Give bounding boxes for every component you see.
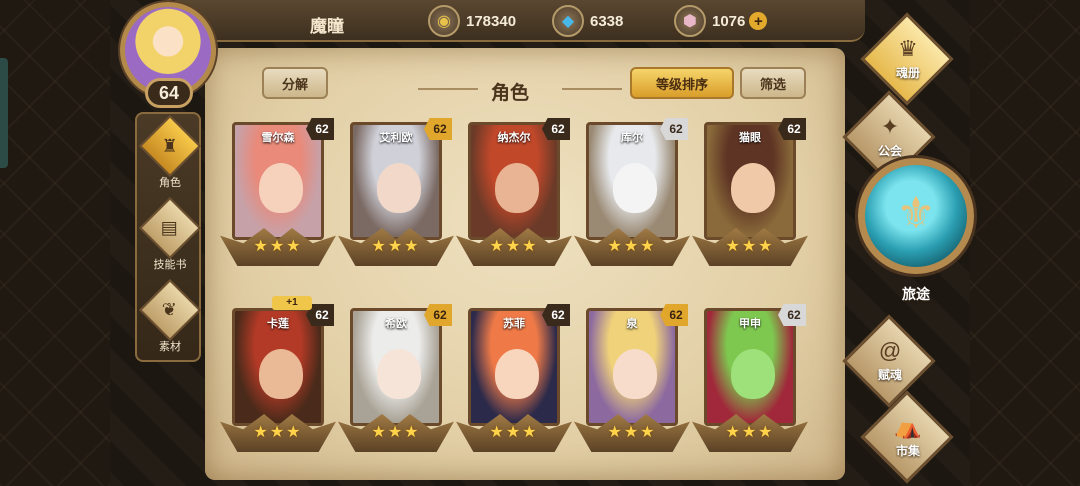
star-rating-icon: ★★★ — [607, 238, 657, 255]
hero-level-badge: 62 — [542, 304, 570, 326]
hero-face — [731, 163, 775, 213]
enchant-button[interactable]: @ 赋魂 — [842, 314, 936, 408]
market-label: 市集 — [895, 444, 920, 458]
enhance-tag: +1 — [272, 296, 312, 310]
star-rating-icon: ★★★ — [371, 424, 421, 441]
soul-book-label: 魂册 — [895, 66, 920, 80]
hero-portrait: 卡莲 — [232, 308, 324, 426]
edge-tab — [0, 58, 8, 168]
market-button[interactable]: ⛺ 市集 — [860, 390, 954, 484]
enchant-icon: @ — [878, 338, 902, 363]
left-tab-menu: ♜ 角色 ▤ 技能书 ❦ 素材 — [135, 112, 203, 362]
player-level-badge: 64 — [145, 78, 193, 108]
hero-card[interactable]: 雪尔森 62 ★★★ — [220, 118, 336, 268]
guild-label: 公会 — [877, 144, 902, 158]
hero-level-badge: 62 — [424, 118, 452, 140]
journey-emblem-icon: ⚜ — [896, 189, 936, 238]
hero-card[interactable]: 苏菲 62 ★★★ — [456, 304, 572, 454]
hero-card[interactable]: 甲申 62 ★★★ — [692, 304, 808, 454]
hero-portrait: 艾利欧 — [350, 122, 442, 240]
hero-level-badge: 62 — [660, 118, 688, 140]
level-sort-button[interactable]: 等级排序 — [630, 67, 734, 99]
filter-button[interactable]: 筛选 — [740, 67, 806, 99]
hero-portrait: 苏菲 — [468, 308, 560, 426]
hero-level-badge: 62 — [778, 118, 806, 140]
crystal-amount: 6338 — [590, 12, 624, 30]
hero-portrait: 泉 — [586, 308, 678, 426]
guild-icon: ✦ — [880, 114, 900, 139]
gem-resource: ⬢ 1076 + — [674, 5, 768, 37]
star-rating-icon: ★★★ — [489, 424, 539, 441]
gold-resource: ◉ 178340 — [428, 5, 517, 37]
hero-card[interactable]: 库尔 62 ★★★ — [574, 118, 690, 268]
gem-icon: ⬢ — [674, 5, 706, 37]
star-rating-icon: ★★★ — [607, 424, 657, 441]
right-ornate-border — [970, 0, 1080, 486]
hero-face — [377, 349, 421, 399]
hero-face — [613, 349, 657, 399]
player-name: 魔瞳 — [310, 17, 344, 36]
gold-amount: 178340 — [466, 12, 517, 30]
left-ornate-border — [0, 0, 110, 486]
hero-level-badge: 62 — [306, 118, 334, 140]
add-gem-button[interactable]: + — [749, 12, 768, 30]
journey-button[interactable]: ⚜ 旅途 — [856, 158, 976, 308]
gold-coin-icon: ◉ — [428, 5, 460, 37]
hero-portrait: 甲申 — [704, 308, 796, 426]
star-rating-icon: ★★★ — [371, 238, 421, 255]
hero-card[interactable]: 纳杰尔 62 ★★★ — [456, 118, 572, 268]
star-rating-icon: ★★★ — [725, 424, 775, 441]
tab-skill-book[interactable]: ▤ 技能书 — [137, 196, 203, 272]
hero-card[interactable]: 希欧 62 ★★★ — [338, 304, 454, 454]
hero-face — [613, 163, 657, 213]
enchant-label: 赋魂 — [877, 368, 902, 382]
hero-face — [259, 163, 303, 213]
soul-book-button[interactable]: ♛ 魂册 — [860, 12, 954, 106]
skill-book-icon: ▤ — [138, 196, 202, 260]
hero-level-badge: 62 — [424, 304, 452, 326]
helmet-icon: ♜ — [138, 114, 202, 178]
hero-portrait: 猫眼 — [704, 122, 796, 240]
hero-card[interactable]: 泉 62 ★★★ — [574, 304, 690, 454]
hero-card[interactable]: 猫眼 62 ★★★ — [692, 118, 808, 268]
decompose-button[interactable]: 分解 — [262, 67, 328, 99]
hero-card[interactable]: 卡莲 62 ★★★ +1 — [220, 296, 336, 454]
hero-face — [495, 163, 539, 213]
star-rating-icon: ★★★ — [253, 424, 303, 441]
tab-material[interactable]: ❦ 素材 — [137, 278, 203, 354]
hero-portrait: 纳杰尔 — [468, 122, 560, 240]
hero-card[interactable]: 艾利欧 62 ★★★ — [338, 118, 454, 268]
hero-level-badge: 62 — [660, 304, 688, 326]
star-rating-icon: ★★★ — [725, 238, 775, 255]
soul-book-icon: ♛ — [898, 36, 918, 61]
hero-portrait: 雪尔森 — [232, 122, 324, 240]
hero-face — [731, 349, 775, 399]
hero-portrait: 库尔 — [586, 122, 678, 240]
market-icon: ⛺ — [894, 414, 922, 439]
star-rating-icon: ★★★ — [253, 238, 303, 255]
hero-level-badge: 62 — [542, 118, 570, 140]
hero-portrait: 希欧 — [350, 308, 442, 426]
gem-amount: 1076 — [712, 12, 746, 30]
title-flourish-right — [562, 88, 622, 90]
journey-label: 旅途 — [902, 286, 930, 302]
crystal-icon: ◆ — [552, 5, 584, 37]
hero-face — [377, 163, 421, 213]
material-icon: ❦ — [138, 278, 202, 342]
hero-level-badge: 62 — [778, 304, 806, 326]
tab-character[interactable]: ♜ 角色 — [137, 114, 203, 190]
crystal-resource: ◆ 6338 — [552, 5, 624, 37]
star-rating-icon: ★★★ — [489, 238, 539, 255]
hero-face — [259, 349, 303, 399]
page-title: 角色 — [490, 83, 529, 104]
hero-face — [495, 349, 539, 399]
